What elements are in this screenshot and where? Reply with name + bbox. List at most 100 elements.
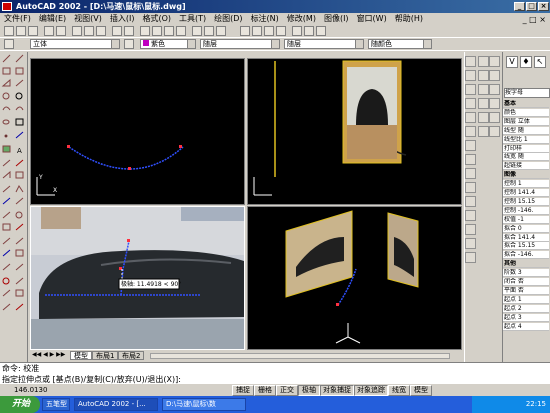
menu-view[interactable]: 视图(V) [70, 13, 106, 25]
start-button[interactable]: 开始 [0, 396, 40, 413]
properties-row[interactable]: 线宽 随 [503, 153, 549, 162]
properties-row[interactable]: 拟合 0 [503, 224, 549, 233]
menu-insert[interactable]: 插入(I) [106, 13, 139, 25]
named-views-icon[interactable] [276, 26, 286, 36]
model-toggle[interactable]: 模型 [410, 385, 432, 396]
undo-icon[interactable] [112, 26, 122, 36]
menu-file[interactable]: 文件(F) [0, 13, 35, 25]
properties-group-header[interactable]: 其他 [503, 260, 549, 269]
menu-window[interactable]: 窗口(W) [353, 13, 391, 25]
osnap-icon[interactable] [240, 26, 250, 36]
preview-icon[interactable] [56, 26, 66, 36]
command-window[interactable]: 命令: 校准 指定拉伸点或 [基点(B)/复制(C)/放弃(U)/退出(X)]: [0, 362, 550, 384]
help-icon[interactable] [216, 26, 226, 36]
design-center-icon[interactable] [204, 26, 214, 36]
menu-image[interactable]: 图像(I) [320, 13, 353, 25]
properties-row[interactable]: 阶数 3 [503, 269, 549, 278]
properties-row[interactable]: 超链接 [503, 162, 549, 171]
paste-icon[interactable] [96, 26, 106, 36]
interfere-icon[interactable] [478, 126, 489, 137]
properties-row[interactable]: 控制 15.15 [503, 197, 549, 206]
properties-row[interactable]: 颜色 [503, 108, 549, 117]
properties-icon[interactable] [192, 26, 202, 36]
print-icon[interactable] [44, 26, 54, 36]
stretch-icon[interactable] [465, 168, 476, 179]
extrude-icon[interactable] [478, 98, 489, 109]
erase-icon[interactable] [465, 56, 476, 67]
copy-icon[interactable] [84, 26, 94, 36]
menu-format[interactable]: 格式(O) [138, 13, 175, 25]
menu-modify[interactable]: 修改(M) [283, 13, 320, 25]
properties-row[interactable]: 控制 -146. [503, 206, 549, 215]
mirror-icon[interactable] [465, 84, 476, 95]
menu-draw[interactable]: 绘图(D) [210, 13, 246, 25]
menu-dimension[interactable]: 标注(N) [247, 13, 283, 25]
osnap-toggle[interactable]: 对象捕捉 [320, 385, 354, 396]
properties-row[interactable]: 闭合 否 [503, 278, 549, 286]
offset-icon[interactable] [465, 98, 476, 109]
shade-icon[interactable] [292, 26, 302, 36]
tab-layout2[interactable]: 布局2 [118, 351, 145, 360]
distance-icon[interactable] [264, 26, 274, 36]
grid-toggle[interactable]: 栅格 [254, 385, 276, 396]
properties-row[interactable]: 线型 随 [503, 126, 549, 135]
fillet-icon[interactable] [465, 238, 476, 249]
pan-icon[interactable] [140, 26, 150, 36]
viewport-top-left[interactable]: Y X [30, 58, 245, 205]
ime-indicator[interactable]: 五笔型 [42, 398, 70, 411]
snap-toggle[interactable]: 捕捉 [232, 385, 254, 396]
torus-icon[interactable] [489, 84, 500, 95]
tab-nav-arrows[interactable]: ◀◀ ◀ ▶ ▶▶ [32, 351, 68, 360]
open-icon[interactable] [16, 26, 26, 36]
properties-row[interactable]: 权值 -1 [503, 215, 549, 224]
setup-drawing-icon[interactable] [489, 126, 500, 137]
make-current-layer-icon[interactable] [124, 39, 134, 49]
viewport-bottom-right[interactable] [247, 206, 462, 350]
menu-tools[interactable]: 工具(T) [175, 13, 210, 25]
lineweight-toggle[interactable]: 线宽 [388, 385, 410, 396]
zoom-realtime-icon[interactable] [152, 26, 162, 36]
maximize-button[interactable]: □ [526, 2, 537, 11]
revolve-icon[interactable] [489, 98, 500, 109]
properties-row[interactable]: 图层 立体 [503, 117, 549, 126]
new-icon[interactable] [4, 26, 14, 36]
ortho-toggle[interactable]: 正交 [276, 385, 298, 396]
otrack-toggle[interactable]: 对象追踪 [354, 385, 388, 396]
properties-row[interactable]: 拟合 141.4 [503, 233, 549, 242]
properties-row[interactable]: 控制 141.4 [503, 189, 549, 197]
layer-combo[interactable]: 立体 [30, 39, 120, 49]
properties-row[interactable]: 起点 2 [503, 304, 549, 313]
tab-model[interactable]: 模型 [70, 351, 92, 360]
array-icon[interactable] [465, 112, 476, 123]
viewport-bottom-left[interactable]: 极轴: 11.4918 < 90° [30, 206, 245, 350]
cone-icon[interactable] [489, 70, 500, 81]
properties-row[interactable]: 平面 否 [503, 286, 549, 295]
trim-icon[interactable] [465, 182, 476, 193]
properties-sort-dropdown[interactable]: 按字母 [504, 88, 550, 98]
properties-row[interactable]: 拟合 -146. [503, 251, 549, 260]
select-objects-icon[interactable]: ↖ [534, 56, 546, 68]
viewport-top-right[interactable] [247, 58, 462, 205]
properties-row[interactable]: 起点 3 [503, 313, 549, 322]
save-icon[interactable] [28, 26, 38, 36]
orbit-icon[interactable] [316, 26, 326, 36]
zoom-window-icon[interactable] [164, 26, 174, 36]
properties-row[interactable]: 控制 1 [503, 180, 549, 189]
wedge-icon[interactable] [478, 84, 489, 95]
filter-icon[interactable]: V [506, 56, 518, 68]
taskbar-autocad[interactable]: AutoCAD 2002 - [... [74, 398, 158, 411]
properties-row[interactable]: 拟合 15.15 [503, 242, 549, 251]
minimize-button[interactable]: _ [514, 2, 525, 11]
box-icon[interactable] [478, 56, 489, 67]
properties-row[interactable]: 起点 1 [503, 295, 549, 304]
plotstyle-combo[interactable]: 随颜色 [368, 39, 432, 49]
properties-group-header[interactable]: 图像 [503, 171, 549, 180]
properties-row[interactable]: 打印样 [503, 144, 549, 153]
lineweight-combo[interactable]: 随层 [284, 39, 364, 49]
section-icon[interactable] [489, 112, 500, 123]
move-icon[interactable] [465, 126, 476, 137]
close-button[interactable]: × [538, 2, 549, 11]
polar-toggle[interactable]: 极轴 [298, 385, 320, 396]
slice-icon[interactable] [478, 112, 489, 123]
zoom-previous-icon[interactable] [176, 26, 186, 36]
